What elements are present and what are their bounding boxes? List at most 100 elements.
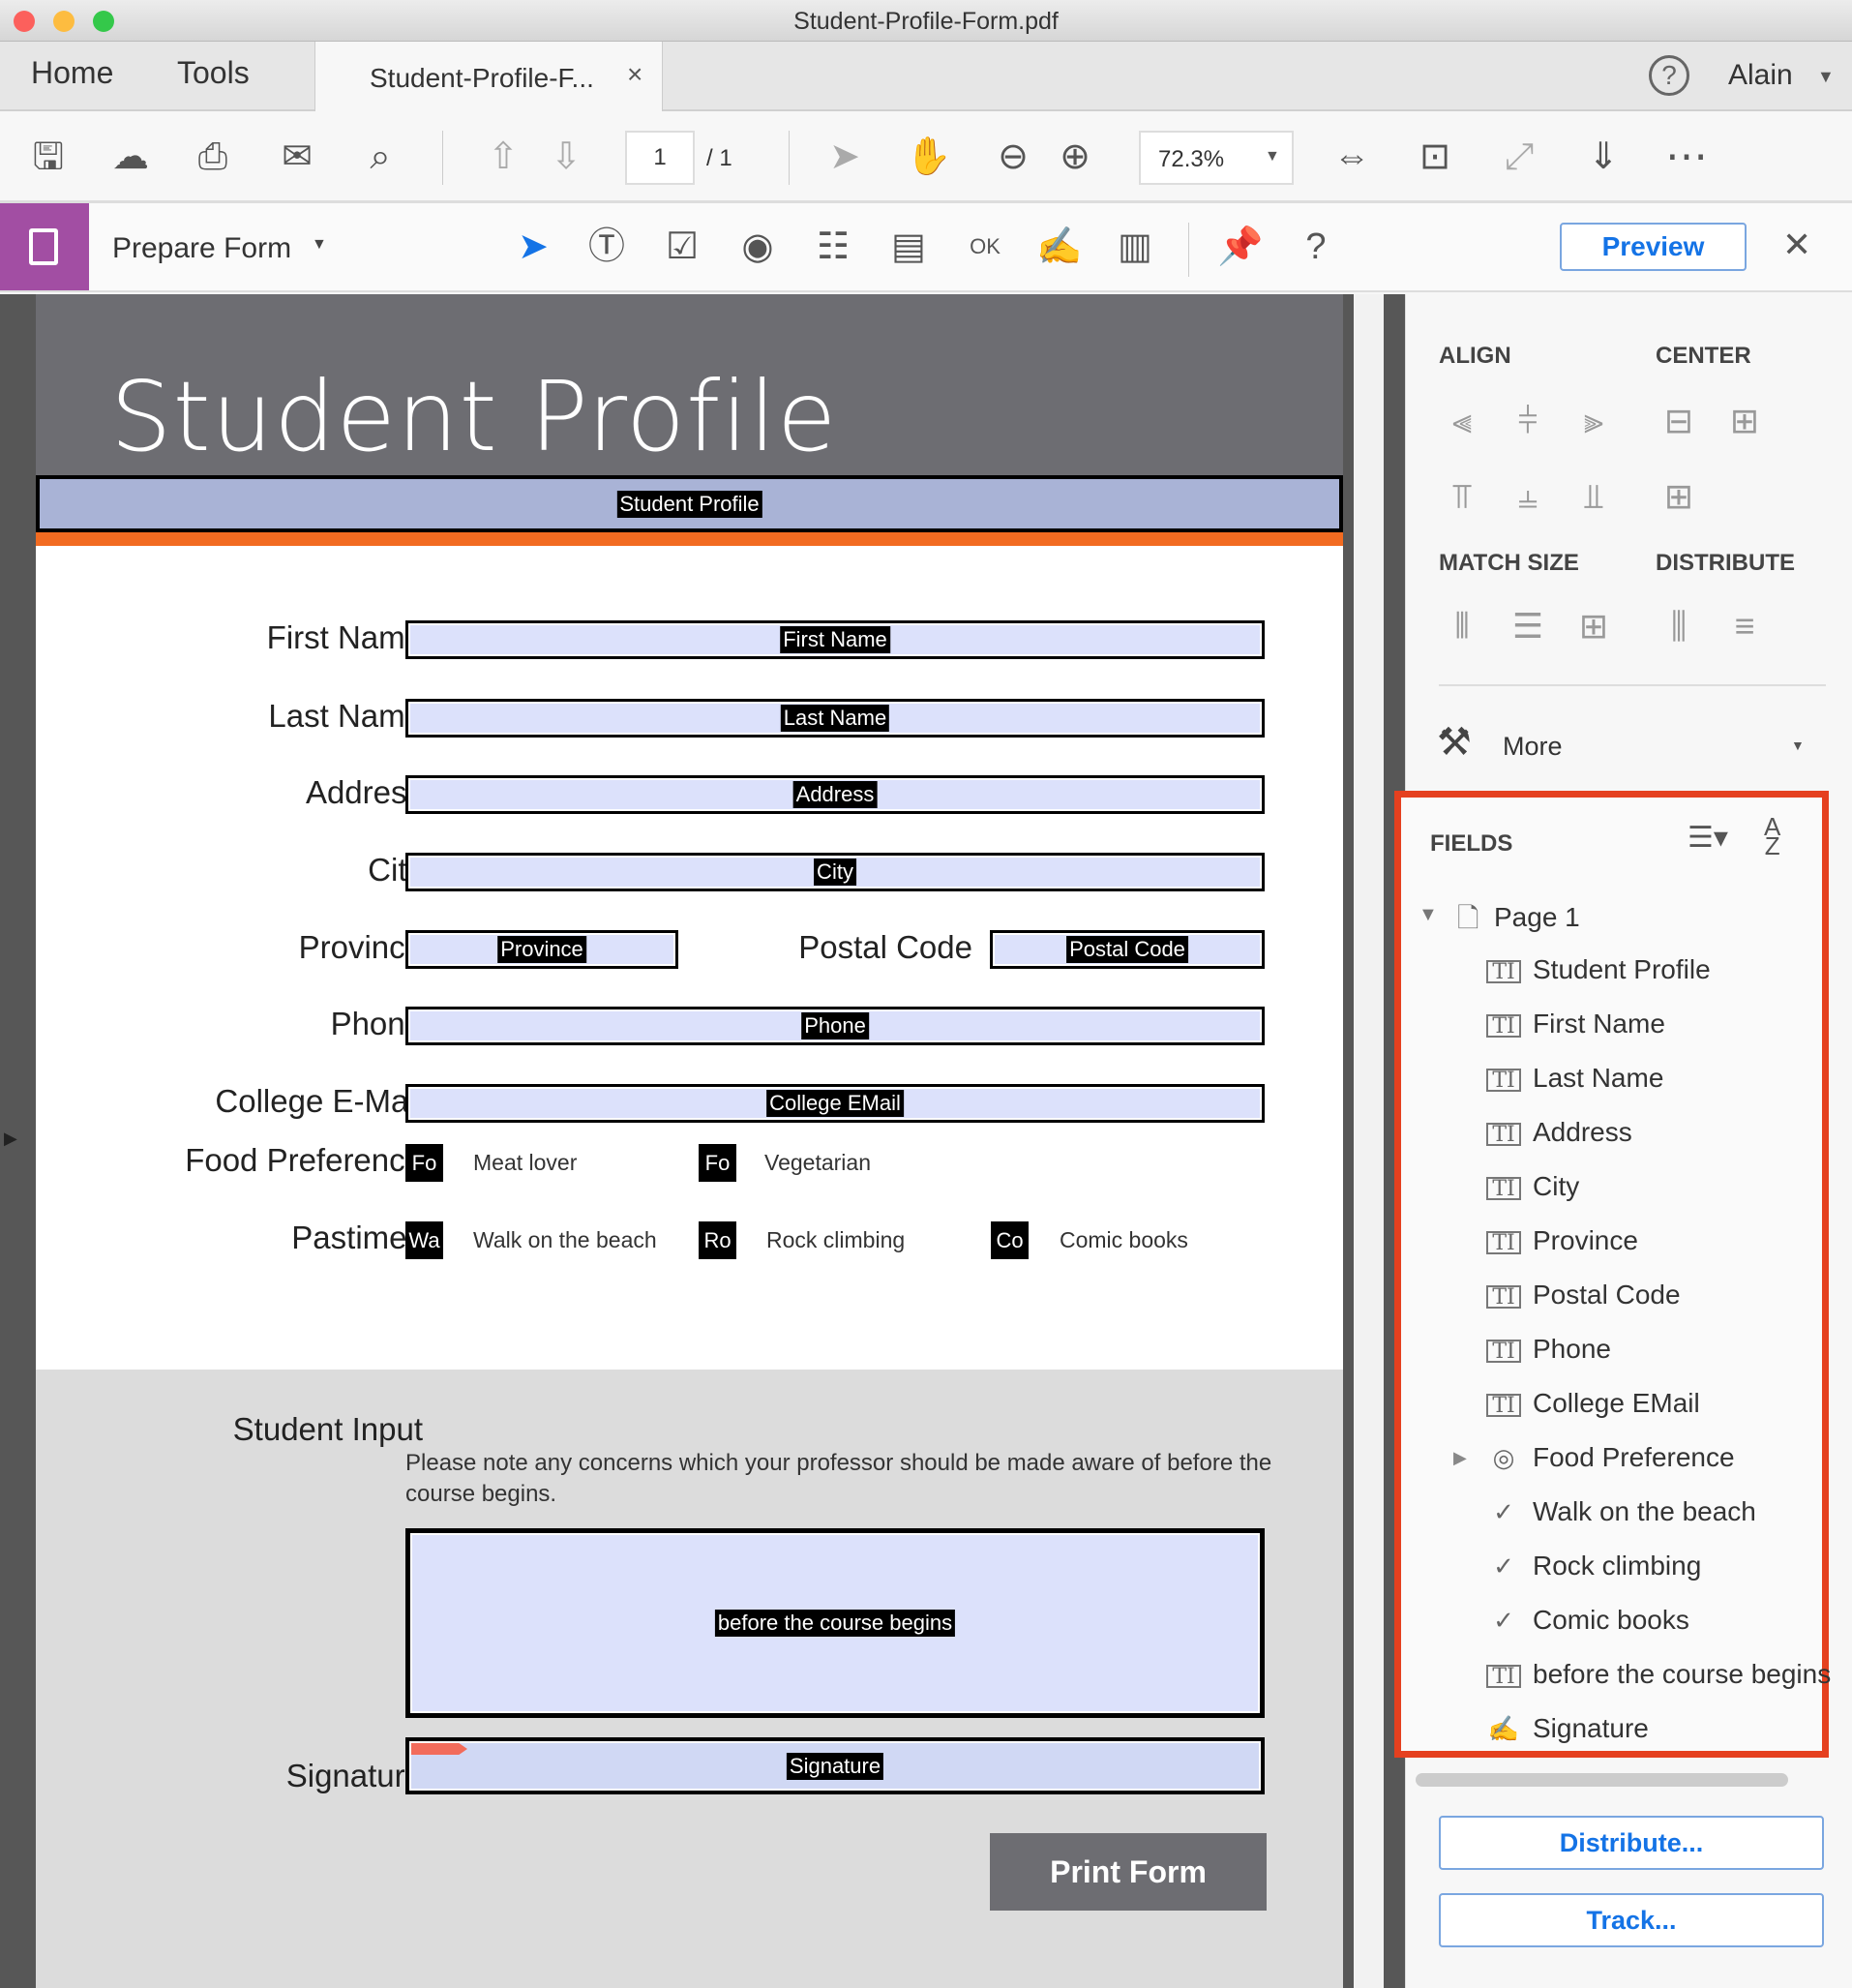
select-arrow-icon[interactable]: ➤ <box>821 133 869 181</box>
align-bottom-icon[interactable]: ⫫ <box>1570 476 1617 518</box>
distribute-button[interactable]: Distribute... <box>1439 1816 1824 1870</box>
more-icon[interactable]: ⋯ <box>1662 133 1711 181</box>
hand-icon[interactable]: ✋ <box>905 133 953 181</box>
page-down-icon[interactable]: ⇩ <box>542 133 590 181</box>
chevron-down-icon[interactable]: ▼ <box>312 236 327 254</box>
field-list-item[interactable]: ✓ Rock climbing <box>1486 1551 1701 1581</box>
cloud-upload-icon[interactable]: ☁ <box>106 133 155 181</box>
text-field-icon: TI <box>1486 1664 1521 1688</box>
field-list-item[interactable]: ✓ Comic books <box>1486 1605 1689 1636</box>
match-width-icon[interactable]: ⫴ <box>1439 606 1485 648</box>
search-icon[interactable]: ⌕ <box>356 133 404 181</box>
field-list-item[interactable]: TI Province <box>1486 1225 1638 1256</box>
preview-button[interactable]: Preview <box>1560 223 1747 271</box>
help-icon[interactable]: ? <box>1292 223 1340 271</box>
signature-field[interactable]: Signature <box>405 1737 1265 1794</box>
match-both-icon[interactable]: ⊞ <box>1570 606 1617 647</box>
field-list-item[interactable]: TI before the course begins <box>1486 1659 1831 1690</box>
track-button[interactable]: Track... <box>1439 1893 1824 1947</box>
field-list-item[interactable]: TI Address <box>1486 1117 1632 1148</box>
expand-triangle-icon[interactable]: ▶ <box>1453 1448 1467 1468</box>
radio-button-icon[interactable]: ◉ <box>733 223 782 271</box>
pin-icon[interactable]: 📌 <box>1216 223 1265 271</box>
field-list-item[interactable]: TI Last Name <box>1486 1063 1663 1094</box>
align-vertical-center-icon[interactable]: ⫨ <box>1505 476 1551 518</box>
email-icon[interactable]: ✉ <box>273 133 321 181</box>
full-screen-icon[interactable]: ⤢ <box>1495 133 1543 181</box>
list-box-icon[interactable]: ☷ <box>809 223 857 271</box>
tab-home[interactable]: Home <box>31 55 113 91</box>
zoom-out-icon[interactable]: ⊖ <box>989 133 1037 181</box>
user-menu[interactable]: Alain <box>1728 59 1793 92</box>
text-field-phone[interactable]: Phone <box>405 1007 1265 1045</box>
field-list-item[interactable]: TI City <box>1486 1171 1579 1202</box>
tab-document[interactable]: Student-Profile-F... × <box>314 42 663 113</box>
button-ok-icon[interactable]: OK <box>961 223 1009 271</box>
chevron-down-icon[interactable]: ▼ <box>1791 738 1805 753</box>
distribute-vertical-icon[interactable]: ≡ <box>1721 606 1768 647</box>
close-tool-icon[interactable]: ✕ <box>1782 225 1811 265</box>
center-both-icon[interactable]: ⊞ <box>1656 476 1702 517</box>
field-list-item[interactable]: ◎ Food Preference <box>1486 1442 1735 1473</box>
field-tag: Student Profile <box>616 490 762 518</box>
page-number-input[interactable]: 1 <box>625 131 695 185</box>
field-list-item[interactable]: TI Postal Code <box>1486 1280 1681 1310</box>
fit-width-icon[interactable]: ⇔ <box>1328 133 1376 181</box>
banner-field[interactable]: Student Profile <box>36 475 1343 532</box>
form-option-box[interactable]: Fo <box>699 1144 736 1182</box>
field-label: Address <box>305 774 423 810</box>
text-field-city[interactable]: City <box>405 853 1265 891</box>
field-list-item[interactable]: ✍ Signature <box>1486 1713 1649 1744</box>
print-form-button[interactable]: Print Form <box>990 1833 1267 1911</box>
page-node[interactable]: Page 1 <box>1494 902 1580 933</box>
chevron-down-icon[interactable]: ▼ <box>1817 67 1835 87</box>
align-right-icon[interactable]: ⫸ <box>1570 401 1617 442</box>
text-field-address[interactable]: Address <box>405 775 1265 814</box>
center-horizontal-icon[interactable]: ⊟ <box>1656 401 1702 441</box>
field-list-item[interactable]: ✓ Walk on the beach <box>1486 1496 1756 1527</box>
text-field-first-name[interactable]: First Name <box>405 620 1265 659</box>
zoom-in-icon[interactable]: ⊕ <box>1051 133 1099 181</box>
text-field-postal-code[interactable]: Postal Code <box>990 930 1265 969</box>
read-mode-icon[interactable]: ⇓ <box>1579 133 1628 181</box>
barcode-icon[interactable]: ▥ <box>1111 223 1159 271</box>
text-field-college-email[interactable]: College EMail <box>405 1084 1265 1123</box>
print-icon[interactable]: ⎙ <box>189 133 237 181</box>
select-tool-icon[interactable]: ➤ <box>509 223 557 271</box>
text-field-last-name[interactable]: Last Name <box>405 699 1265 738</box>
dropdown-icon[interactable]: ▤ <box>884 223 933 271</box>
form-option-box[interactable]: Wa <box>405 1221 443 1259</box>
sort-alpha-icon[interactable]: AZ <box>1764 814 1780 858</box>
signature-icon[interactable]: ✍ <box>1035 223 1084 271</box>
text-field-icon[interactable]: Ⓣ <box>582 223 631 271</box>
zoom-select[interactable]: 72.3% ▼ <box>1139 131 1294 185</box>
help-icon[interactable]: ? <box>1649 55 1689 96</box>
horizontal-scrollbar[interactable] <box>1416 1773 1788 1787</box>
more-label[interactable]: More <box>1503 732 1563 762</box>
align-left-icon[interactable]: ⫷ <box>1439 401 1485 442</box>
match-height-icon[interactable]: ☰ <box>1505 606 1551 647</box>
align-horizontal-center-icon[interactable]: ⫩ <box>1505 401 1551 442</box>
field-list-item[interactable]: TI College EMail <box>1486 1388 1700 1419</box>
field-list-item[interactable]: TI First Name <box>1486 1009 1665 1039</box>
text-area-concerns[interactable]: before the course begins <box>405 1528 1265 1718</box>
sort-order-icon[interactable]: ☰▾ <box>1688 821 1728 855</box>
form-option-box[interactable]: Fo <box>405 1144 443 1182</box>
distribute-horizontal-icon[interactable]: ⫼ <box>1656 606 1702 648</box>
fit-page-icon[interactable]: ⊡ <box>1411 133 1459 181</box>
collapse-triangle-icon[interactable]: ▼ <box>1419 904 1438 926</box>
field-list-item[interactable]: TI Phone <box>1486 1334 1611 1365</box>
page-up-icon[interactable]: ⇧ <box>479 133 527 181</box>
form-option-box[interactable]: Ro <box>699 1221 736 1259</box>
save-icon[interactable]: 🖫 <box>24 133 73 181</box>
vertical-scrollbar[interactable] <box>1354 294 1384 1988</box>
field-list-item[interactable]: TI Student Profile <box>1486 954 1711 985</box>
checkbox-icon[interactable]: ☑ <box>658 223 706 271</box>
center-vertical-icon[interactable]: ⊞ <box>1721 401 1768 441</box>
align-top-icon[interactable]: ⫪ <box>1439 476 1485 518</box>
form-option-box[interactable]: Co <box>991 1221 1029 1259</box>
expand-left-panel-icon[interactable]: ▶ <box>4 1129 17 1149</box>
prepare-form-title[interactable]: Prepare Form <box>112 232 291 265</box>
tab-tools[interactable]: Tools <box>177 55 250 91</box>
close-tab-icon[interactable]: × <box>627 59 642 90</box>
